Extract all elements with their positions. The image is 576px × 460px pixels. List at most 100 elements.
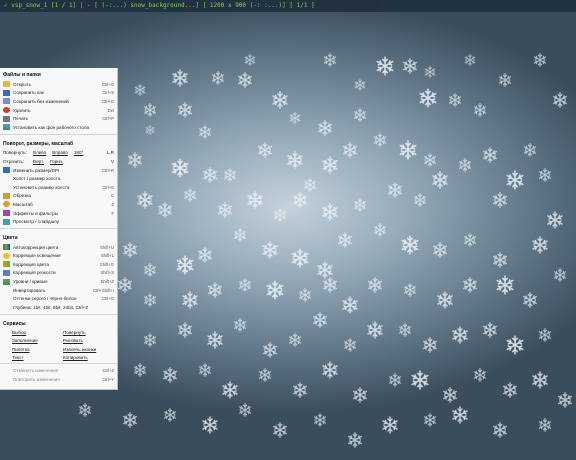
menu-item[interactable]: Установить размер холста Ctrl+E bbox=[0, 183, 117, 192]
snowflake-icon bbox=[353, 387, 367, 403]
blank-icon bbox=[3, 304, 10, 310]
tool-link[interactable]: Выбор bbox=[12, 329, 63, 336]
flip-shortcut: V bbox=[110, 158, 114, 164]
tool-link[interactable]: Пипетка bbox=[12, 346, 63, 353]
menu-item[interactable]: Изменить размер/DPI Ctrl+R bbox=[0, 166, 117, 175]
menu-item-shortcut: Z bbox=[111, 201, 114, 207]
snowflake-icon bbox=[313, 312, 327, 328]
menu-item-shortcut: C bbox=[110, 193, 114, 199]
snowflake-icon bbox=[343, 142, 357, 158]
snowflake-icon bbox=[322, 361, 338, 379]
menu-item-shortcut: Ctrl+R bbox=[102, 167, 114, 173]
menu-item[interactable]: Отменить изменения Ctrl+Z bbox=[0, 366, 117, 375]
snowflake-icon bbox=[303, 178, 317, 192]
menu-item-shortcut: Shift+G bbox=[99, 261, 114, 267]
flip-horizontal-link[interactable]: Гориз. bbox=[50, 159, 63, 164]
snowflake-icon bbox=[198, 247, 212, 263]
tool-link[interactable]: Повернуть bbox=[63, 329, 114, 336]
menu-item[interactable]: Просмотр / слайдшоу bbox=[0, 217, 117, 226]
snowflake-icon bbox=[273, 422, 287, 438]
tool-link[interactable]: Заполнение bbox=[12, 337, 63, 344]
snowflake-icon bbox=[223, 168, 237, 182]
color-icon bbox=[3, 261, 10, 268]
snowflake-icon bbox=[211, 71, 225, 85]
menu-item[interactable]: Повторить изменения Ctrl+Y bbox=[0, 375, 117, 384]
menu-item[interactable]: Коррекция освещения Shift+L bbox=[0, 252, 117, 261]
menu-item-label: Сохранить без изменений bbox=[13, 98, 69, 104]
menu-item-label: Открыть bbox=[13, 81, 32, 87]
flip-vertical-link[interactable]: Верт. bbox=[33, 159, 44, 164]
menu-item[interactable]: Оттенки серого / чёрно-белое Ctrl+G bbox=[0, 294, 117, 303]
menu-item[interactable]: Холст / размер холста bbox=[0, 174, 117, 183]
snowflake-icon bbox=[423, 337, 437, 353]
snowflake-icon bbox=[458, 158, 472, 172]
snowflake-icon bbox=[493, 252, 507, 268]
snowflake-icon bbox=[338, 232, 352, 248]
rotate-180-link[interactable]: 180° bbox=[74, 150, 84, 155]
tool-link[interactable]: Копировать bbox=[63, 354, 114, 361]
snowflake-icon bbox=[183, 188, 197, 202]
tool-link[interactable]: Текст bbox=[12, 354, 63, 361]
tool-link[interactable]: Рисовать bbox=[63, 337, 114, 344]
snowflake-icon bbox=[342, 296, 358, 314]
menu-item[interactable]: Удалить Del bbox=[0, 106, 117, 115]
menu-item[interactable]: Масштаб Z bbox=[0, 200, 117, 209]
menu-item[interactable]: Открыть Ctrl+O bbox=[0, 80, 117, 89]
menu-item-label: Обрезка bbox=[13, 193, 31, 199]
snowflake-icon bbox=[203, 167, 217, 183]
menu-item[interactable]: Установить как фон рабочего стола bbox=[0, 123, 117, 132]
snowflake-icon bbox=[289, 111, 301, 125]
menu-item[interactable]: Коррекция цвета Shift+G bbox=[0, 260, 117, 269]
menu-item[interactable]: Уровни / кривые Shift+Z bbox=[0, 277, 117, 286]
snowflake-icon bbox=[523, 143, 537, 157]
snowflake-icon bbox=[547, 211, 563, 229]
menu-item[interactable]: Эффекты и фильтры F bbox=[0, 209, 117, 218]
snowflake-icon bbox=[493, 192, 507, 208]
menu-item[interactable]: Обрезка C bbox=[0, 192, 117, 201]
rotate-right-link[interactable]: Вправо bbox=[52, 150, 68, 155]
menu-item-label: Холст / размер холста bbox=[13, 176, 61, 182]
divider bbox=[0, 313, 117, 315]
tool-link[interactable]: Извлечь иконки bbox=[63, 346, 114, 353]
snowflake-icon bbox=[222, 381, 238, 399]
menu-item[interactable]: Инвертировать Ctrl+Shift+I bbox=[0, 286, 117, 295]
menu-item[interactable]: Коррекция резкости Shift+S bbox=[0, 269, 117, 278]
snowflake-icon bbox=[272, 91, 288, 109]
menu-item-label: Просмотр / слайдшоу bbox=[13, 219, 60, 225]
snowflake-icon bbox=[411, 370, 429, 390]
snowflake-icon bbox=[538, 418, 552, 432]
snowflake-icon bbox=[532, 371, 548, 389]
snowflake-icon bbox=[247, 191, 263, 209]
color-section-title: Цвета bbox=[3, 234, 18, 241]
menu-item[interactable]: Глубина: 1bit, 4bit, 8bit, 24bit, Ctrl+Z bbox=[0, 303, 117, 312]
lighting-icon bbox=[3, 252, 10, 259]
menu-item[interactable]: Печать Ctrl+P bbox=[0, 114, 117, 123]
menu-item-label: Уровни / кривые bbox=[13, 279, 48, 285]
snowflake-icon bbox=[373, 133, 387, 147]
snowflake-icon bbox=[123, 412, 137, 428]
snowflake-icon bbox=[182, 291, 198, 309]
zoom-icon bbox=[3, 201, 10, 208]
snowflake-icon bbox=[238, 403, 252, 417]
menu-item-label: Коррекция освещения bbox=[13, 253, 61, 259]
snowflake-icon bbox=[313, 413, 327, 427]
blank-icon bbox=[3, 376, 10, 382]
snowflake-icon bbox=[293, 382, 307, 398]
snowflake-icon bbox=[323, 53, 337, 67]
menu-item[interactable]: Сохранить без изменений Ctrl+D bbox=[0, 97, 117, 106]
snowflake-icon bbox=[533, 53, 547, 67]
snowflake-icon bbox=[238, 278, 252, 292]
rotate-left-link[interactable]: Влево bbox=[33, 150, 46, 155]
menu-item-label: Глубина: 1bit, 4bit, 8bit, 24bit, Ctrl+Z bbox=[13, 304, 89, 310]
snowflake-icon bbox=[273, 208, 287, 222]
snowflake-icon bbox=[238, 72, 252, 88]
snowflake-icon bbox=[506, 170, 524, 190]
menu-item-shortcut: Shift+S bbox=[100, 270, 114, 276]
menu-item[interactable]: Сохранить как Ctrl+S bbox=[0, 89, 117, 98]
snowflake-icon bbox=[443, 387, 457, 403]
snowflake-icon bbox=[353, 198, 367, 212]
menu-item-label: Коррекция резкости bbox=[13, 270, 56, 276]
menu-item[interactable]: Автокоррекция цвета Shift+U bbox=[0, 243, 117, 252]
menu-item-label: Эффекты и фильтры bbox=[13, 210, 59, 216]
snowflake-icon bbox=[419, 88, 437, 108]
